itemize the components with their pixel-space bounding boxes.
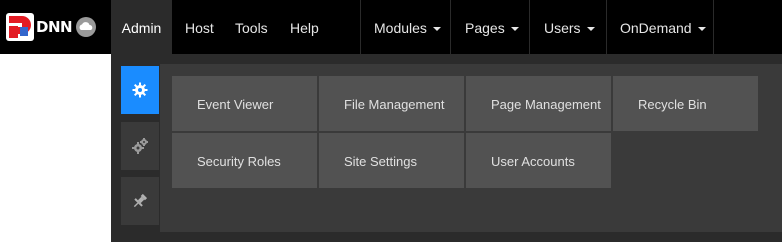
tile-page-management[interactable]: Page Management [466,76,611,131]
nav-host[interactable]: Host [185,0,214,54]
nav-users-label: Users [544,20,581,36]
tile-label: User Accounts [491,154,575,169]
tile-label: Page Management [491,97,601,112]
caret-down-icon [510,27,519,32]
nav-admin-label: Admin [121,20,162,36]
tile-label: Event Viewer [197,97,274,112]
nav-divider [360,0,361,54]
nav-modules-label: Modules [374,20,427,36]
gears-icon [132,138,148,154]
admin-dropdown-menu: Event Viewer File Management Page Manage… [111,54,782,242]
nav-divider [450,0,451,54]
dnn-logo[interactable]: DNN [6,12,98,42]
nav-pages[interactable]: Pages [465,0,519,54]
nav-ondemand-label: OnDemand [620,20,692,36]
nav-ondemand[interactable]: OnDemand [620,0,706,54]
nav-host-label: Host [185,20,214,36]
tile-label: File Management [344,97,445,112]
top-navigation-bar: DNN Admin Host Tools Help Modules Pages … [0,0,782,54]
tile-site-settings[interactable]: Site Settings [319,133,464,188]
nav-help-label: Help [290,20,319,36]
dnn-logo-mark-icon [6,13,34,41]
nav-users[interactable]: Users [544,0,595,54]
tile-recycle-bin[interactable]: Recycle Bin [613,76,758,131]
nav-divider [713,0,714,54]
nav-help[interactable]: Help [290,0,319,54]
side-tab-advanced[interactable] [121,122,159,170]
caret-down-icon [697,27,706,32]
caret-down-icon [586,27,595,32]
nav-tools[interactable]: Tools [235,0,268,54]
pin-icon [133,193,148,208]
gear-icon [132,82,148,98]
logo-text: DNN [36,18,73,36]
caret-down-icon [432,27,441,32]
side-tab-pinned[interactable] [121,177,159,225]
nav-divider [606,0,607,54]
nav-admin[interactable]: Admin [111,0,172,54]
tile-file-management[interactable]: File Management [319,76,464,131]
tile-security-roles[interactable]: Security Roles [172,133,317,188]
side-tab-settings[interactable] [121,66,159,114]
nav-tools-label: Tools [235,20,268,36]
tile-user-accounts[interactable]: User Accounts [466,133,611,188]
nav-modules[interactable]: Modules [374,0,441,54]
nav-divider [529,0,530,54]
tile-label: Recycle Bin [638,97,707,112]
tile-label: Site Settings [344,154,417,169]
admin-menu-panel: Event Viewer File Management Page Manage… [160,64,782,232]
nav-pages-label: Pages [465,20,505,36]
tile-event-viewer[interactable]: Event Viewer [172,76,317,131]
cloud-icon [76,17,97,37]
tile-label: Security Roles [197,154,281,169]
